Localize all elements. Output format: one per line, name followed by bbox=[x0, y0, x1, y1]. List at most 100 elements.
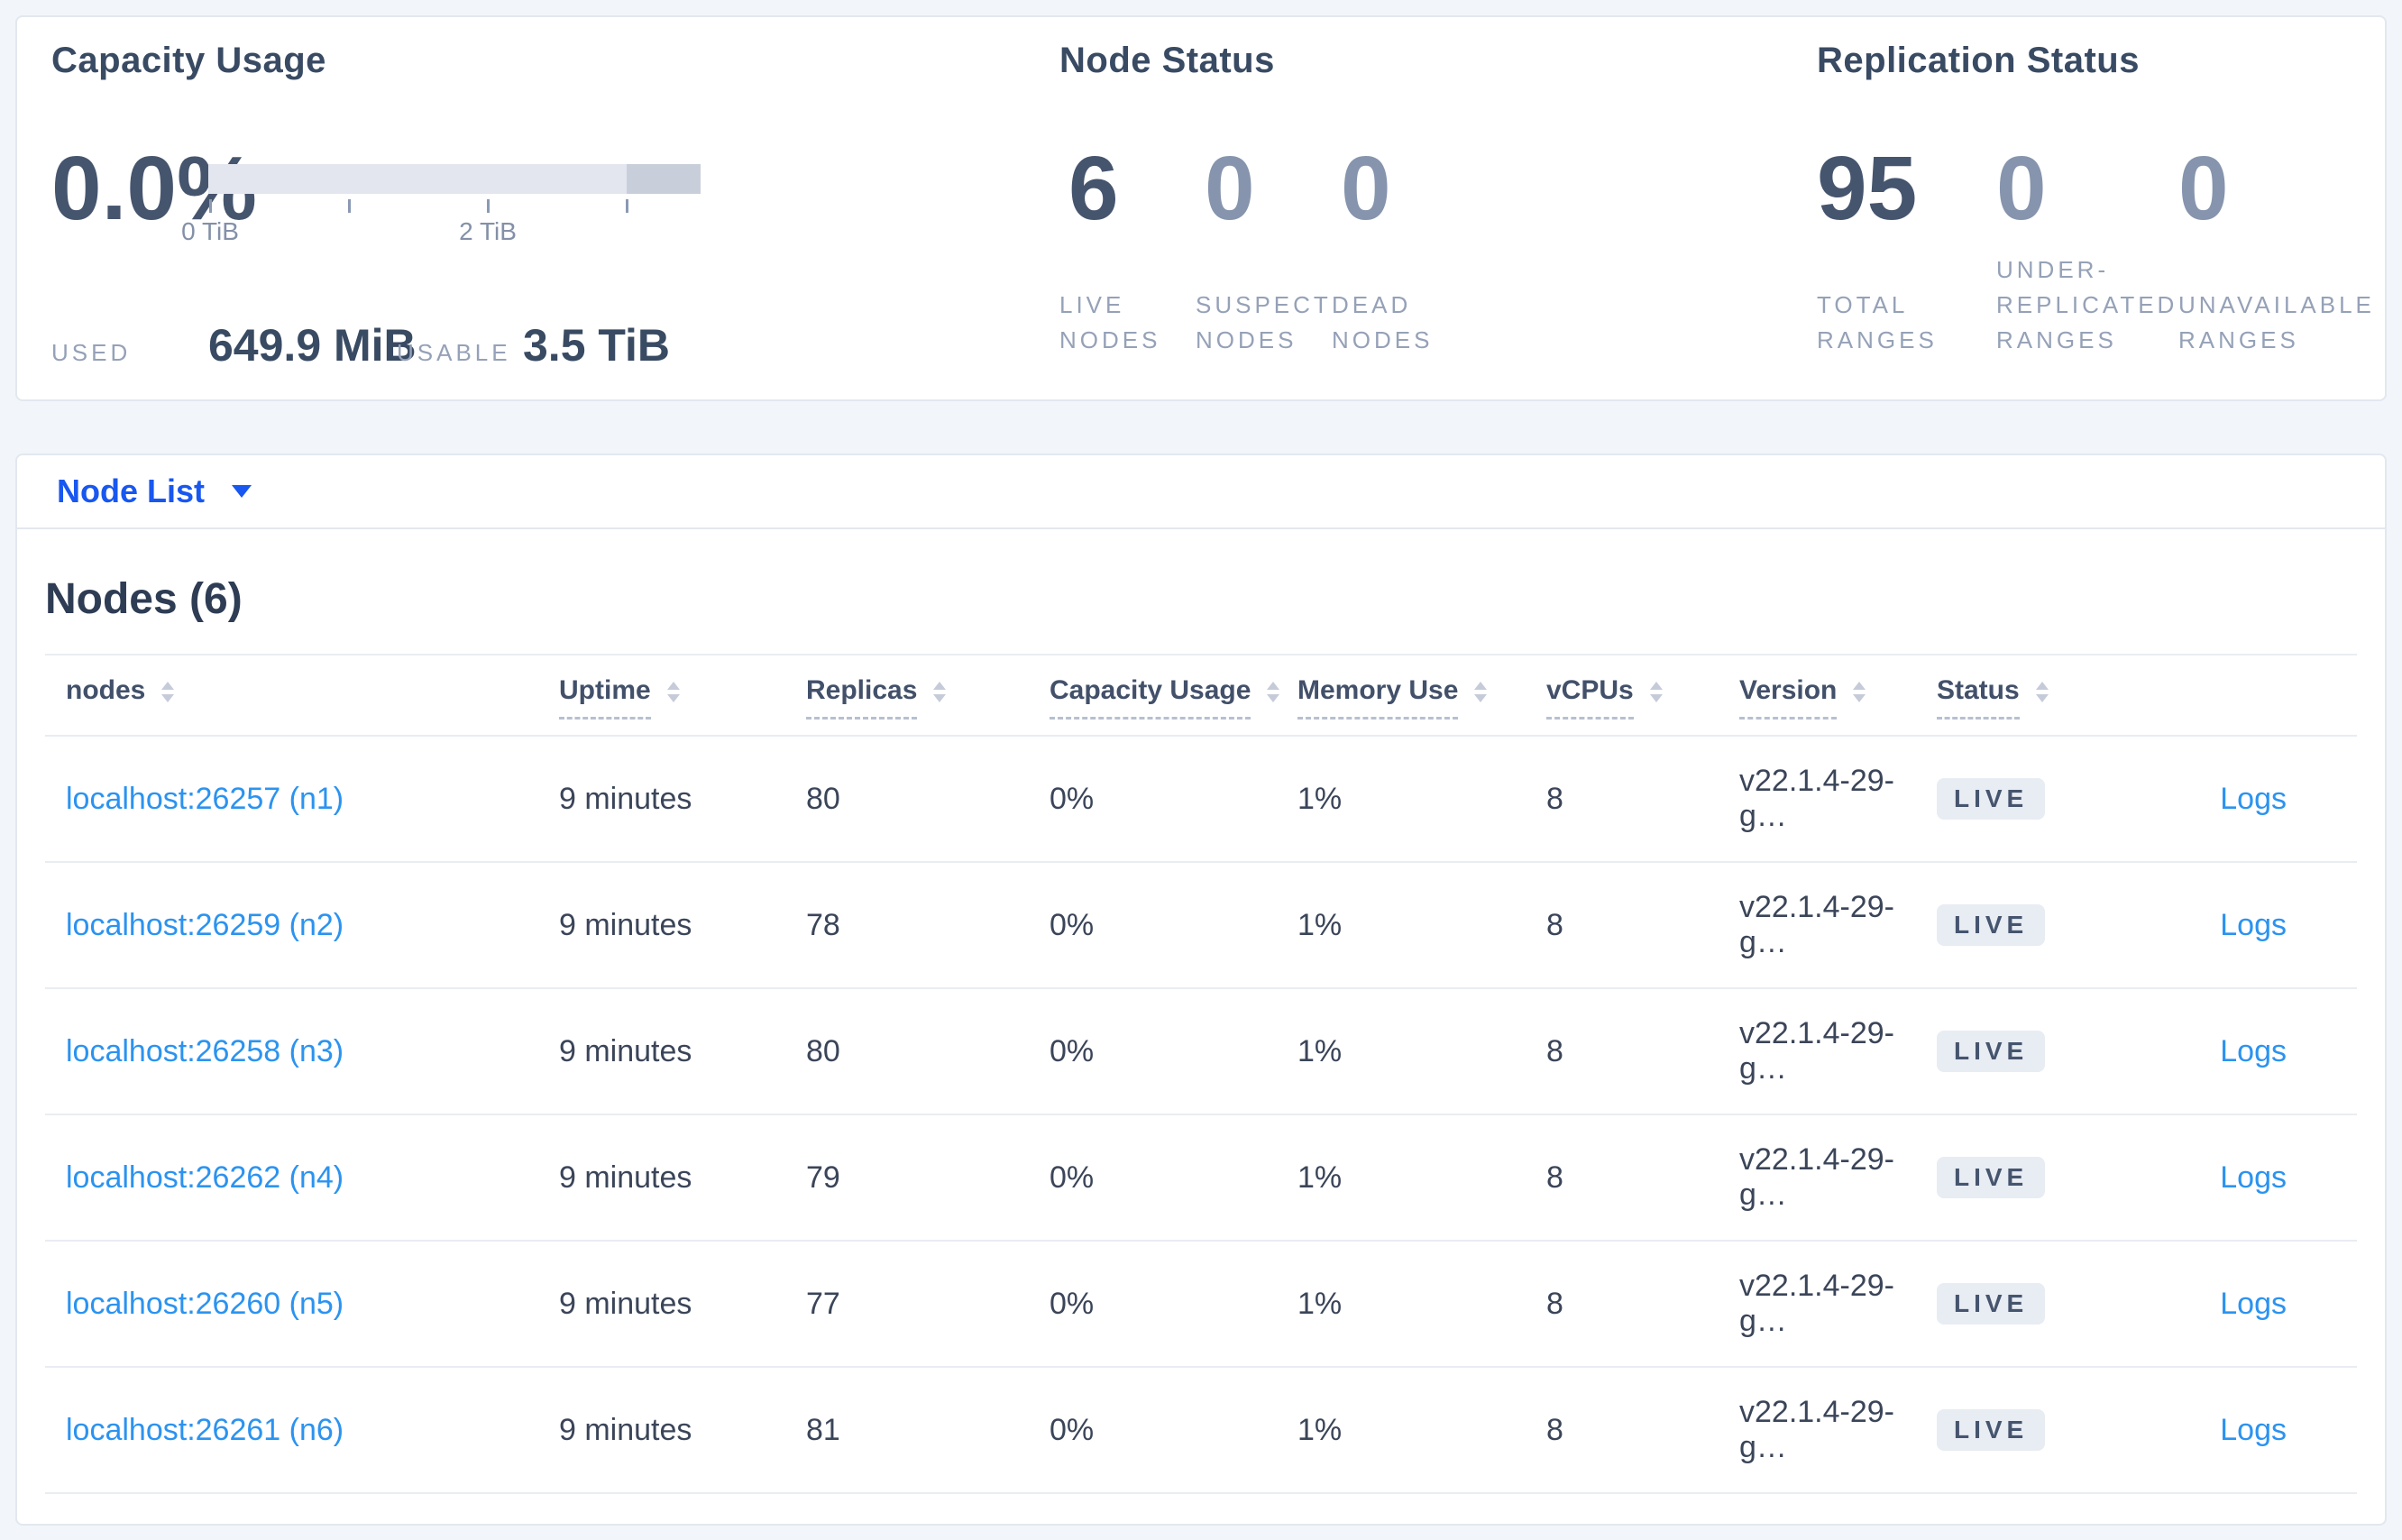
uptime-cell: 9 minutes bbox=[559, 1286, 692, 1321]
under-replicated-ranges-value: 0 bbox=[1996, 138, 2047, 239]
logs-link[interactable]: Logs bbox=[2220, 1413, 2287, 1447]
sort-icon bbox=[933, 681, 947, 702]
nodes-table-card: Nodes (6) nodes Uptime Replicas Capacity… bbox=[15, 529, 2387, 1526]
axis-tick bbox=[348, 199, 351, 213]
vcpus-cell: 8 bbox=[1546, 1033, 1563, 1068]
table-row: localhost:26261 (n6) 9 minutes 81 0% 1% … bbox=[45, 1368, 2357, 1494]
axis-tick bbox=[209, 199, 212, 213]
replicas-cell: 77 bbox=[806, 1286, 840, 1321]
uptime-cell: 9 minutes bbox=[559, 1412, 692, 1447]
replication-status-title: Replication Status bbox=[1817, 41, 2140, 80]
logs-link[interactable]: Logs bbox=[2220, 908, 2287, 942]
table-row: localhost:26259 (n2) 9 minutes 78 0% 1% … bbox=[45, 863, 2357, 989]
version-cell: v22.1.4-29-g… bbox=[1739, 1016, 1894, 1086]
version-cell: v22.1.4-29-g… bbox=[1739, 1395, 1894, 1464]
node-link[interactable]: localhost:26261 (n6) bbox=[66, 1413, 344, 1447]
sort-icon bbox=[2035, 681, 2049, 702]
column-header-uptime[interactable]: Uptime bbox=[559, 675, 680, 720]
usable-value: 3.5 TiB bbox=[523, 320, 671, 371]
logs-link[interactable]: Logs bbox=[2220, 1287, 2287, 1321]
nodes-table-heading: Nodes (6) bbox=[45, 575, 243, 623]
capacity-cell: 0% bbox=[1050, 1160, 1095, 1195]
vcpus-cell: 8 bbox=[1546, 781, 1563, 816]
node-list-dropdown[interactable]: Node List bbox=[57, 472, 252, 510]
total-ranges-value: 95 bbox=[1817, 138, 1918, 239]
axis-tick-label: 0 TiB bbox=[181, 217, 239, 245]
replicas-cell: 78 bbox=[806, 907, 840, 942]
replicas-cell: 80 bbox=[806, 1033, 840, 1068]
replicas-cell: 80 bbox=[806, 781, 840, 816]
column-header-replicas[interactable]: Replicas bbox=[806, 675, 947, 720]
node-status-labels: LIVE NODES SUSPECT NODES DEAD NODES bbox=[1059, 252, 1468, 358]
sort-icon bbox=[161, 681, 175, 702]
capacity-usage-bar bbox=[208, 164, 701, 194]
capacity-cell: 0% bbox=[1050, 1286, 1095, 1321]
vcpus-cell: 8 bbox=[1546, 907, 1563, 942]
axis-tick bbox=[626, 199, 628, 213]
status-badge: LIVE bbox=[1937, 1409, 2046, 1451]
sort-icon bbox=[666, 681, 680, 702]
chevron-down-icon bbox=[232, 485, 252, 498]
unavailable-ranges-label: UNAVAILABLE RANGES bbox=[2178, 291, 2375, 353]
vcpus-cell: 8 bbox=[1546, 1160, 1563, 1195]
capacity-cell: 0% bbox=[1050, 1412, 1095, 1447]
logs-link[interactable]: Logs bbox=[2220, 1160, 2287, 1195]
suspect-nodes-label: SUSPECT NODES bbox=[1196, 291, 1332, 353]
column-header-status[interactable]: Status bbox=[1937, 675, 2049, 720]
uptime-cell: 9 minutes bbox=[559, 781, 692, 816]
node-status-values: 6 0 0 bbox=[1059, 143, 1468, 234]
memory-cell: 1% bbox=[1297, 1412, 1343, 1447]
memory-cell: 1% bbox=[1297, 1033, 1343, 1068]
replication-labels: TOTAL RANGES UNDER-REPLICATED RANGES UNA… bbox=[1817, 252, 2372, 358]
status-badge: LIVE bbox=[1937, 1157, 2046, 1198]
vcpus-cell: 8 bbox=[1546, 1412, 1563, 1447]
logs-link[interactable]: Logs bbox=[2220, 782, 2287, 816]
replicas-cell: 79 bbox=[806, 1160, 840, 1195]
table-row: localhost:26257 (n1) 9 minutes 80 0% 1% … bbox=[45, 737, 2357, 863]
logs-link[interactable]: Logs bbox=[2220, 1034, 2287, 1068]
used-value: 649.9 MiB bbox=[208, 320, 417, 371]
node-link[interactable]: localhost:26259 (n2) bbox=[66, 908, 344, 942]
capacity-cell: 0% bbox=[1050, 1033, 1095, 1068]
capacity-cell: 0% bbox=[1050, 781, 1095, 816]
node-list-bar: Node List bbox=[15, 454, 2387, 529]
version-cell: v22.1.4-29-g… bbox=[1739, 764, 1894, 833]
node-link[interactable]: localhost:26260 (n5) bbox=[66, 1287, 344, 1321]
table-header-row: nodes Uptime Replicas Capacity Usage Mem… bbox=[45, 655, 2357, 737]
sort-icon bbox=[1267, 681, 1280, 702]
status-badge: LIVE bbox=[1937, 778, 2046, 820]
sort-icon bbox=[1853, 681, 1866, 702]
replication-values: 95 0 0 bbox=[1817, 143, 2229, 234]
version-cell: v22.1.4-29-g… bbox=[1739, 890, 1894, 959]
memory-cell: 1% bbox=[1297, 907, 1343, 942]
column-header-vcpus[interactable]: vCPUs bbox=[1546, 675, 1663, 720]
status-badge: LIVE bbox=[1937, 1283, 2046, 1325]
memory-cell: 1% bbox=[1297, 1286, 1343, 1321]
memory-cell: 1% bbox=[1297, 781, 1343, 816]
column-header-capacity-usage[interactable]: Capacity Usage bbox=[1050, 675, 1280, 720]
vcpus-cell: 8 bbox=[1546, 1286, 1563, 1321]
usable-label: USABLE bbox=[397, 339, 511, 366]
node-list-dropdown-label: Node List bbox=[57, 472, 206, 509]
version-cell: v22.1.4-29-g… bbox=[1739, 1142, 1894, 1212]
uptime-cell: 9 minutes bbox=[559, 1033, 692, 1068]
sort-icon bbox=[1649, 681, 1663, 702]
table-row: localhost:26260 (n5) 9 minutes 77 0% 1% … bbox=[45, 1242, 2357, 1368]
capacity-usage-title: Capacity Usage bbox=[51, 41, 326, 80]
status-badge: LIVE bbox=[1937, 904, 2046, 946]
node-link[interactable]: localhost:26262 (n4) bbox=[66, 1160, 344, 1195]
replicas-cell: 81 bbox=[806, 1412, 840, 1447]
node-link[interactable]: localhost:26258 (n3) bbox=[66, 1034, 344, 1068]
column-header-memory-use[interactable]: Memory Use bbox=[1297, 675, 1488, 720]
status-badge: LIVE bbox=[1937, 1031, 2046, 1072]
under-replicated-ranges-label: UNDER-REPLICATED RANGES bbox=[1996, 256, 2178, 353]
uptime-cell: 9 minutes bbox=[559, 1160, 692, 1195]
node-link[interactable]: localhost:26257 (n1) bbox=[66, 782, 344, 816]
column-header-nodes[interactable]: nodes bbox=[66, 675, 175, 720]
column-header-version[interactable]: Version bbox=[1739, 675, 1866, 720]
used-label: USED bbox=[51, 339, 132, 366]
capacity-cell: 0% bbox=[1050, 907, 1095, 942]
table-row: localhost:26262 (n4) 9 minutes 79 0% 1% … bbox=[45, 1115, 2357, 1242]
axis-tick-label: 2 TiB bbox=[459, 217, 517, 245]
node-status-title: Node Status bbox=[1059, 41, 1275, 80]
